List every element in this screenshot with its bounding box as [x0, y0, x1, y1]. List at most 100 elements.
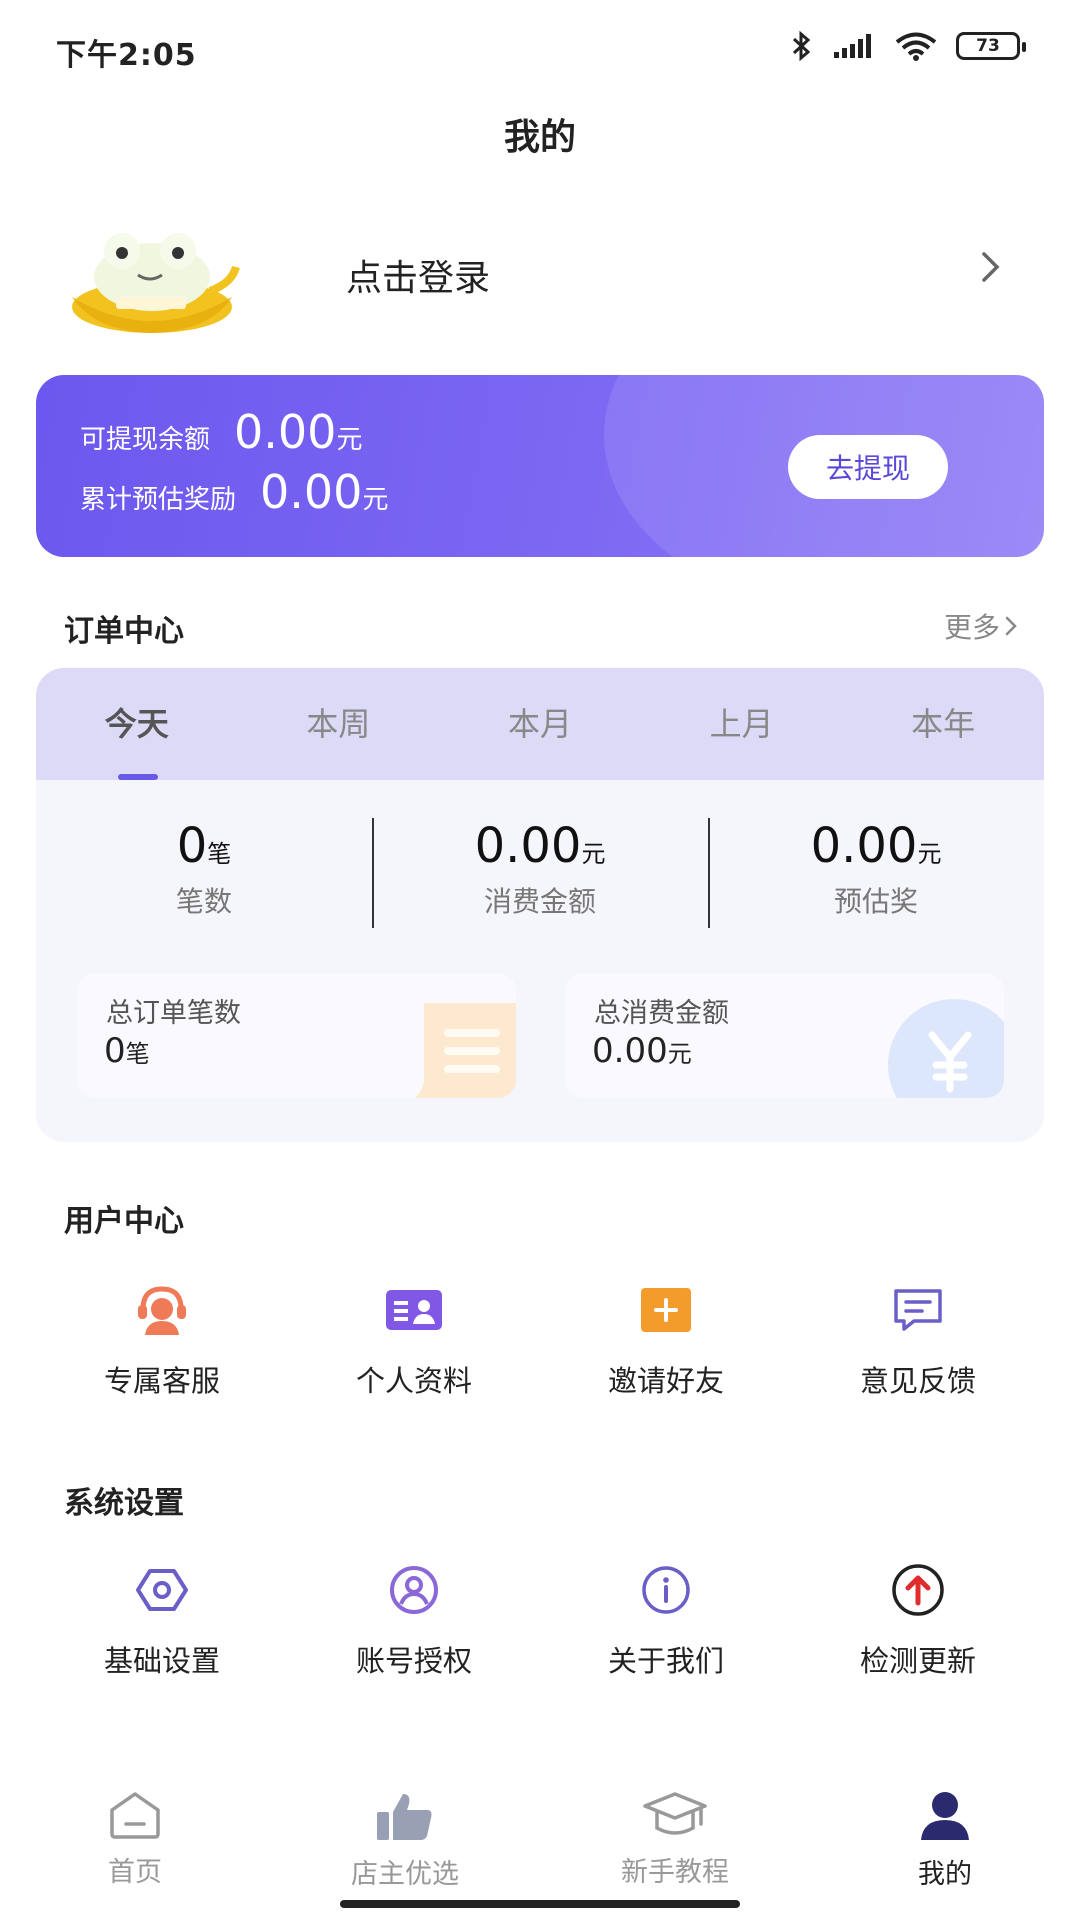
withdraw-button[interactable]: 去提现: [788, 435, 948, 499]
invite-plus-icon: [638, 1282, 694, 1338]
avatar: [72, 233, 240, 333]
battery-level: 73: [976, 36, 1000, 56]
stat-value: 0.00: [810, 818, 918, 874]
nav-label: 店主优选: [351, 1859, 459, 1890]
grid-label: 账号授权: [355, 1644, 472, 1678]
more-label: 更多: [943, 611, 1000, 644]
wifi-icon: [895, 32, 937, 61]
balance-unit: 元: [336, 425, 363, 455]
grid-label: 专属客服: [103, 1364, 220, 1398]
thumbs-up-icon: [377, 1794, 432, 1840]
update-arrow-icon: [890, 1562, 946, 1618]
period-tabs: 今天 本周 本月 上月 本年: [36, 668, 1044, 780]
about-us-item[interactable]: 关于我们: [540, 1562, 792, 1680]
settings-icon: [134, 1562, 190, 1618]
bluetooth-icon: [792, 30, 811, 62]
active-tab-indicator: [118, 774, 158, 780]
stat-value: 0: [176, 818, 208, 874]
nav-label: 首页: [108, 1857, 162, 1888]
nav-shop-picks[interactable]: 店主优选: [270, 1760, 540, 1920]
feedback-item[interactable]: 意见反馈: [792, 1282, 1044, 1400]
tab-this-month[interactable]: 本月: [439, 668, 641, 780]
list-icon: [414, 1003, 516, 1098]
grid-label: 邀请好友: [607, 1364, 724, 1398]
tab-today[interactable]: 今天: [36, 668, 238, 780]
reward-row: 累计预估奖励 0.00 元: [80, 465, 388, 519]
user-center-grid: 专属客服 个人资料 邀请好友 意见反馈: [36, 1282, 1044, 1400]
balance-label: 可提现余额: [80, 425, 211, 455]
order-center-title: 订单中心: [64, 614, 184, 649]
account-icon: [386, 1562, 442, 1618]
nav-home[interactable]: 首页: [0, 1760, 270, 1920]
stat-label: 预估奖: [833, 885, 918, 918]
invite-friends-item[interactable]: 邀请好友: [540, 1282, 792, 1400]
tab-this-week[interactable]: 本周: [238, 668, 440, 780]
nav-label: 新手教程: [621, 1857, 729, 1888]
status-icons: 73: [790, 30, 1026, 62]
account-authorization-item[interactable]: 账号授权: [288, 1562, 540, 1680]
check-update-item[interactable]: 检测更新: [792, 1562, 1044, 1680]
stat-unit: 笔: [207, 840, 232, 868]
grid-label: 个人资料: [355, 1364, 472, 1398]
tab-label: 上月: [709, 705, 774, 743]
profile-card-icon: [386, 1282, 442, 1338]
total-unit: 元: [667, 1040, 692, 1068]
stats-row: 0笔 笔数 0.00元 消费金额 0.00元 预估奖: [36, 818, 1044, 938]
login-prompt: 点击登录: [346, 258, 491, 299]
grid-label: 检测更新: [859, 1644, 976, 1678]
total-value: 0: [104, 1031, 126, 1071]
chevron-right-icon: [1005, 616, 1017, 636]
status-bar: 下午2:05 73: [0, 0, 1080, 100]
yuan-coin-icon: [888, 999, 1004, 1098]
grid-label: 基础设置: [103, 1644, 220, 1678]
total-orders-box: 总订单笔数 0 笔: [78, 973, 516, 1098]
nav-mine[interactable]: 我的: [810, 1760, 1080, 1920]
status-time: 下午2:05: [56, 38, 197, 73]
basic-settings-item[interactable]: 基础设置: [36, 1562, 288, 1680]
order-more-link[interactable]: 更多: [944, 606, 1018, 646]
system-settings-grid: 基础设置 账号授权 关于我们 检测更新: [36, 1562, 1044, 1680]
total-spend-box: 总消费金额 0.00 元: [566, 973, 1004, 1098]
grid-label: 关于我们: [607, 1644, 724, 1678]
bottom-navigation: 首页 店主优选 新手教程 我的: [0, 1760, 1080, 1920]
user-icon: [921, 1792, 969, 1840]
tab-this-year[interactable]: 本年: [842, 668, 1044, 780]
tab-last-month[interactable]: 上月: [641, 668, 843, 780]
total-value: 0.00: [592, 1031, 668, 1071]
nav-label: 我的: [918, 1859, 972, 1890]
grid-label: 意见反馈: [859, 1364, 976, 1398]
home-icon: [110, 1792, 160, 1839]
reward-value: 0.00: [260, 465, 363, 519]
stat-estimated-reward: 0.00元 预估奖: [708, 818, 1044, 938]
home-indicator[interactable]: [340, 1900, 740, 1908]
tab-label: 本周: [306, 705, 371, 743]
total-value-line: 0 笔: [104, 1031, 150, 1071]
battery-indicator: 73: [956, 32, 1026, 60]
balance-row: 可提现余额 0.00 元: [80, 405, 362, 459]
login-row[interactable]: 点击登录: [60, 200, 1020, 350]
stat-unit: 元: [917, 840, 942, 868]
system-settings-title: 系统设置: [64, 1486, 184, 1521]
nav-tutorial[interactable]: 新手教程: [540, 1760, 810, 1920]
stat-unit: 元: [581, 840, 606, 868]
user-center-title: 用户中心: [64, 1204, 184, 1239]
customer-service-item[interactable]: 专属客服: [36, 1282, 288, 1400]
signal-icon: [834, 34, 871, 58]
profile-item[interactable]: 个人资料: [288, 1282, 540, 1400]
stat-value: 0.00: [474, 818, 582, 874]
graduation-cap-icon: [643, 1792, 707, 1835]
tab-label: 本月: [507, 705, 572, 743]
stat-order-count: 0笔 笔数: [36, 818, 372, 938]
order-stats-card: 今天 本周 本月 上月 本年 0笔 笔数 0.00元 消费金额 0.00元 预估…: [36, 668, 1044, 1142]
customer-service-icon: [134, 1282, 190, 1338]
total-value-line: 0.00 元: [592, 1031, 692, 1071]
stat-spend-amount: 0.00元 消费金额: [372, 818, 708, 938]
tab-label: 本年: [911, 705, 976, 743]
total-label: 总消费金额: [594, 998, 729, 1029]
info-icon: [638, 1562, 694, 1618]
tab-label: 今天: [104, 705, 169, 743]
total-unit: 笔: [125, 1040, 150, 1068]
reward-label: 累计预估奖励: [80, 485, 237, 515]
stat-label: 消费金额: [483, 885, 596, 918]
feedback-icon: [890, 1282, 946, 1338]
